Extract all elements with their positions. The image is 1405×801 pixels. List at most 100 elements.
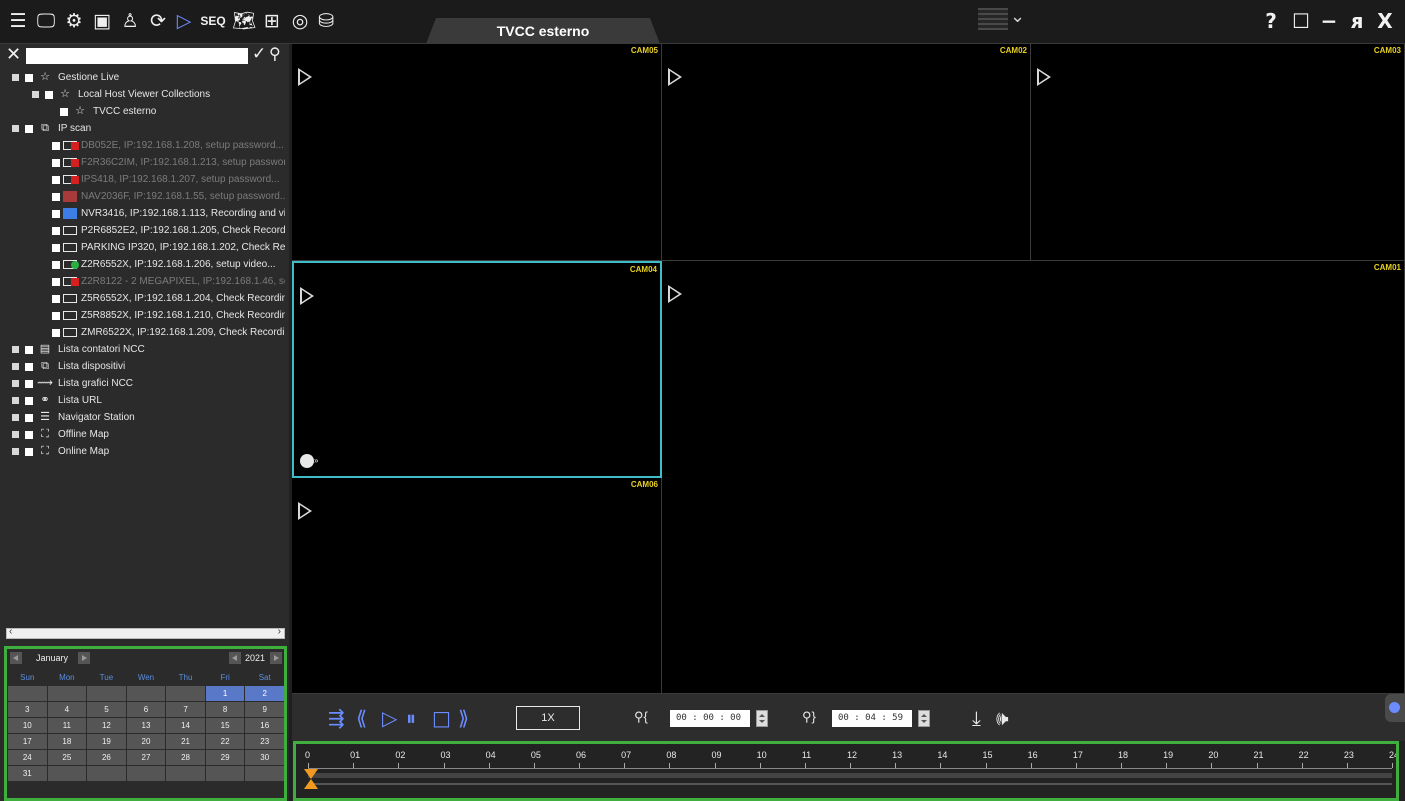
expand-icon[interactable]	[12, 74, 19, 81]
calendar-day[interactable]: 23	[245, 734, 284, 749]
calendar-day[interactable]: 31	[8, 766, 47, 781]
play-icon[interactable]	[298, 68, 312, 86]
checkbox[interactable]	[25, 430, 33, 439]
side-panel-toggle[interactable]	[1385, 694, 1405, 722]
calendar-day[interactable]: 21	[166, 734, 205, 749]
calendar-day[interactable]: 18	[47, 734, 87, 749]
tree-node-device[interactable]: P2R6852E2, IP:192.168.1.205, Check Recor…	[52, 222, 285, 239]
play-icon[interactable]	[668, 68, 682, 86]
ptz-icon[interactable]	[300, 454, 318, 468]
tree-node-lista-grafici[interactable]: ⟿ Lista grafici NCC	[12, 375, 133, 392]
play-icon[interactable]: ▷	[382, 708, 397, 728]
calendar-day[interactable]: 2	[245, 686, 284, 701]
fast-forward-icon[interactable]: ⟫	[458, 708, 469, 728]
checkbox[interactable]	[25, 447, 33, 456]
expand-icon[interactable]	[12, 397, 19, 404]
play-icon[interactable]	[668, 285, 682, 303]
end-time-spinner[interactable]	[918, 710, 930, 727]
camera-tile[interactable]: CAM02	[662, 44, 1031, 261]
camera-tile-selected[interactable]: CAM04	[292, 261, 662, 478]
expand-icon[interactable]	[12, 380, 19, 387]
camera-tile[interactable]: CAM05	[292, 44, 662, 261]
scroll-right-icon[interactable]: ›	[278, 626, 281, 637]
seq-button[interactable]: SEQ	[198, 9, 228, 33]
tree-node-navigator-station[interactable]: ☰ Navigator Station	[12, 409, 135, 426]
clear-search-icon[interactable]: ✕	[6, 44, 21, 65]
checkbox[interactable]	[25, 362, 33, 371]
calendar-day[interactable]: 17	[8, 734, 47, 749]
camera-tile[interactable]: CAM06	[292, 478, 662, 694]
user-button[interactable]: ᴙ	[1344, 8, 1370, 34]
calendar-day[interactable]: 19	[87, 734, 126, 749]
search-icon[interactable]: ⚲	[269, 44, 281, 64]
calendar-day[interactable]: 9	[245, 702, 284, 717]
calendar-day[interactable]: 26	[87, 750, 126, 765]
timeline-cursor-base-icon[interactable]	[304, 779, 318, 789]
tree-node-device[interactable]: ZMR6522X, IP:192.168.1.209, Check Record…	[52, 324, 285, 341]
calendar-day[interactable]: 4	[47, 702, 87, 717]
checkbox[interactable]	[52, 243, 60, 252]
tree-node-gestione-live[interactable]: ☆ Gestione Live	[12, 69, 119, 86]
timeline[interactable]: 0 01 02 03 04 05 06 07 08 09 10 11 12 13 14 15 16 17 18 19 2…	[292, 741, 1405, 801]
display-icon[interactable]: ▣	[90, 9, 114, 33]
calendar-day[interactable]: 3	[8, 702, 47, 717]
calendar-day[interactable]: 7	[166, 702, 205, 717]
calendar-day[interactable]: 8	[205, 702, 245, 717]
prev-year-icon[interactable]	[229, 652, 241, 664]
play-icon[interactable]	[1037, 68, 1051, 86]
expand-icon[interactable]	[12, 363, 19, 370]
checkbox[interactable]	[52, 175, 60, 184]
next-month-icon[interactable]	[78, 652, 90, 664]
checkbox[interactable]	[25, 396, 33, 405]
rewind-icon[interactable]: ⟪	[356, 708, 367, 728]
tree-node-device[interactable]: Z5R8852X, IP:192.168.1.210, Check Record…	[52, 307, 285, 324]
help-button[interactable]: ?	[1258, 8, 1284, 34]
settings-icon[interactable]: ⚙	[62, 9, 86, 33]
tree-node-device[interactable]: Z5R6552X, IP:192.168.1.204, Check Record…	[52, 290, 285, 307]
checkbox[interactable]	[52, 226, 60, 235]
tree-node-device[interactable]: IPS418, IP:192.168.1.207, setup password…	[52, 171, 279, 188]
play-icon[interactable]	[298, 502, 312, 520]
calendar-day[interactable]: 29	[205, 750, 245, 765]
refresh-icon[interactable]: ⟳	[146, 9, 170, 33]
map-edit-icon[interactable]: 🗺	[232, 9, 256, 33]
tree-node-ip-scan[interactable]: ⧉ IP scan	[12, 120, 91, 137]
checkbox[interactable]	[45, 90, 53, 99]
calendar-day[interactable]: 13	[126, 718, 166, 733]
expand-icon[interactable]	[12, 414, 19, 421]
calendar-day[interactable]: 14	[166, 718, 205, 733]
calendar-day[interactable]: 1	[205, 686, 245, 701]
calendar-day[interactable]: 10	[8, 718, 47, 733]
tree-node-lista-url[interactable]: ⚭ Lista URL	[12, 392, 102, 409]
tree-node-device[interactable]: F2R36C2IM, IP:192.168.1.213, setup passw…	[52, 154, 285, 171]
calendar-day[interactable]: 28	[166, 750, 205, 765]
checkbox[interactable]	[52, 277, 60, 286]
calendar-day[interactable]: 24	[8, 750, 47, 765]
timeline-cursor-icon[interactable]	[304, 769, 318, 779]
expand-icon[interactable]	[12, 346, 19, 353]
menu-icon[interactable]: ☰	[6, 9, 30, 33]
database-icon[interactable]: ⛁	[314, 9, 338, 33]
checkbox[interactable]	[52, 209, 60, 218]
tree-node-lista-contatori[interactable]: ▤ Lista contatori NCC	[12, 341, 145, 358]
calendar-day[interactable]: 6	[126, 702, 166, 717]
calendar-day[interactable]: 22	[205, 734, 245, 749]
calendar-day[interactable]: 25	[47, 750, 87, 765]
tree-node-device[interactable]: NAV2036F, IP:192.168.1.55, setup passwor…	[52, 188, 285, 205]
expand-icon[interactable]	[12, 431, 19, 438]
next-year-icon[interactable]	[270, 652, 282, 664]
calendar-day[interactable]: 27	[126, 750, 166, 765]
calendar-day[interactable]: 5	[87, 702, 126, 717]
tree-node-device[interactable]: PARKING IP320, IP:192.168.1.202, Check R…	[52, 239, 285, 256]
play-icon[interactable]	[300, 287, 314, 305]
tree-node-device[interactable]: NVR3416, IP:192.168.1.113, Recording and…	[52, 205, 285, 222]
expand-icon[interactable]	[12, 448, 19, 455]
horizontal-scrollbar[interactable]: ‹ ›	[6, 626, 285, 639]
prev-month-icon[interactable]	[10, 652, 22, 664]
timeline-track[interactable]	[308, 773, 1392, 778]
grid-icon[interactable]: ⊞	[260, 9, 284, 33]
expand-icon[interactable]	[32, 91, 39, 98]
tree-node-offline-map[interactable]: ⛶ Offline Map	[12, 426, 109, 443]
calendar-day[interactable]: 15	[205, 718, 245, 733]
camera-tile[interactable]: CAM01	[662, 261, 1405, 694]
